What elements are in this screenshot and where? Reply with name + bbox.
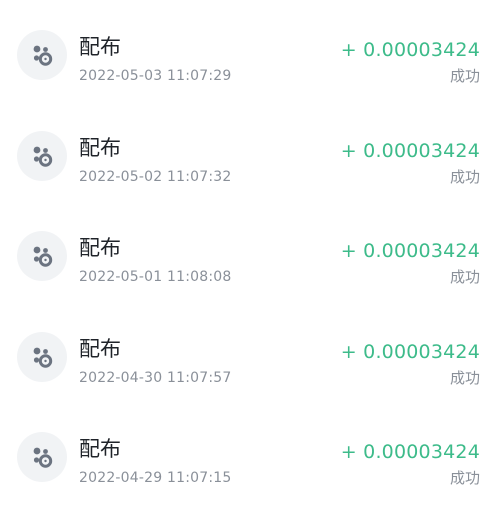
coins-icon-graphic	[33, 146, 53, 167]
coins-icon	[17, 332, 67, 382]
coins-icon-graphic	[33, 246, 53, 267]
transaction-row[interactable]: 配布 2022-04-30 11:07:57 + 0.00003424 成功	[0, 322, 500, 422]
transaction-title: 配布	[79, 236, 121, 260]
transaction-amount: + 0.00003424	[340, 441, 480, 463]
transaction-time: 2022-04-30 11:07:57	[79, 370, 232, 386]
transaction-row[interactable]: 配布 2022-05-01 11:08:08 + 0.00003424 成功	[0, 221, 500, 321]
transaction-status: 成功	[449, 67, 480, 85]
coins-icon	[17, 30, 67, 80]
transaction-amount: + 0.00003424	[340, 140, 480, 162]
coins-icon-graphic	[33, 347, 53, 368]
transaction-title: 配布	[79, 35, 121, 59]
transaction-time: 2022-05-01 11:08:08	[79, 269, 232, 285]
transaction-time: 2022-04-29 11:07:15	[79, 470, 232, 486]
transaction-status: 成功	[449, 168, 480, 186]
transaction-time: 2022-05-03 11:07:29	[79, 68, 232, 84]
transaction-row[interactable]: 配布 2022-04-29 11:07:15 + 0.00003424 成功	[0, 422, 500, 522]
transaction-title: 配布	[79, 437, 121, 461]
transaction-title: 配布	[79, 337, 121, 361]
transaction-row[interactable]: 配布 2022-05-03 11:07:29 + 0.00003424 成功	[0, 20, 500, 120]
transaction-status: 成功	[449, 469, 480, 487]
coins-icon	[17, 131, 67, 181]
coins-icon	[17, 231, 67, 281]
coins-icon-graphic	[33, 45, 53, 66]
transaction-title: 配布	[79, 136, 121, 160]
transaction-amount: + 0.00003424	[340, 39, 480, 61]
transaction-amount: + 0.00003424	[340, 341, 480, 363]
transaction-status: 成功	[449, 369, 480, 387]
coins-icon	[17, 432, 67, 482]
transaction-list: 配布 2022-05-03 11:07:29 + 0.00003424 成功 配…	[0, 0, 500, 500]
transaction-row[interactable]: 配布 2022-05-02 11:07:32 + 0.00003424 成功	[0, 121, 500, 221]
transaction-amount: + 0.00003424	[340, 240, 480, 262]
transaction-time: 2022-05-02 11:07:32	[79, 169, 232, 185]
transaction-status: 成功	[449, 268, 480, 286]
coins-icon-graphic	[33, 447, 53, 468]
